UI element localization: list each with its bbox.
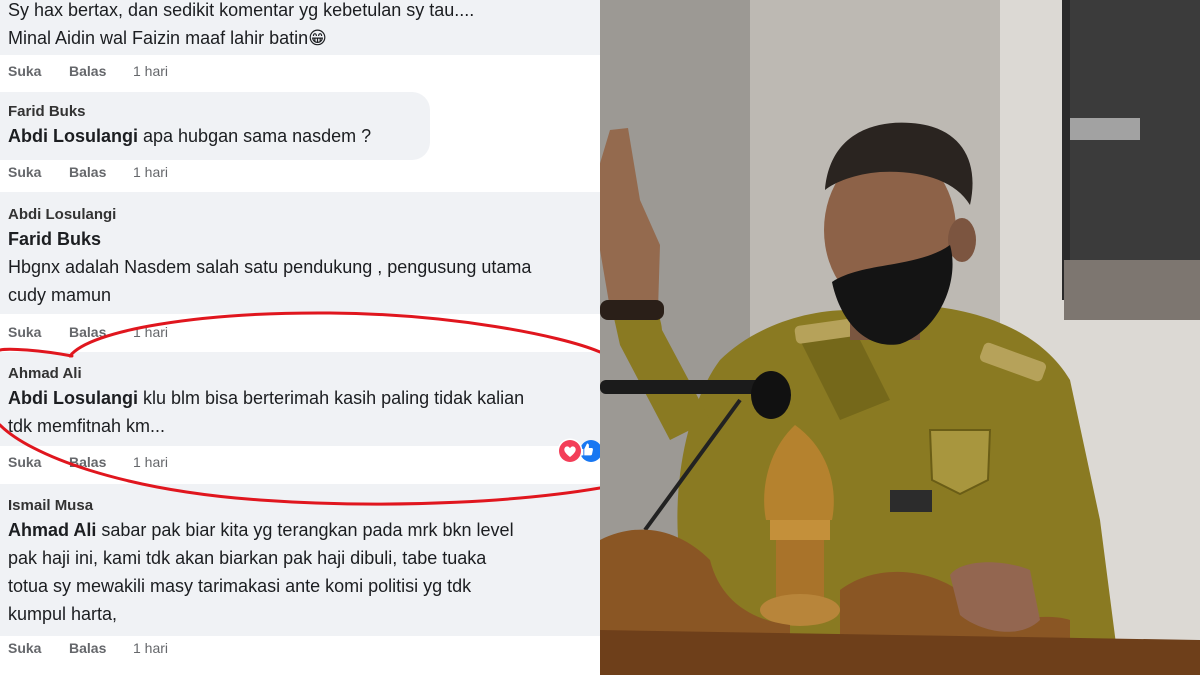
official-photo [600, 0, 1200, 675]
comment-bubble: Abdi Losulangi Farid Buks Hbgnx adalah N… [0, 192, 600, 314]
comment-text: Hbgnx adalah Nasdem salah satu pendukung… [8, 257, 532, 305]
reply-link[interactable]: Balas [69, 454, 133, 470]
comment-thread: Sy hax bertax, dan sedikit komentar yg k… [0, 0, 600, 675]
comment-bubble: Sy hax bertax, dan sedikit komentar yg k… [0, 0, 600, 55]
reply-link[interactable]: Balas [69, 640, 133, 656]
speaker-photo [600, 0, 1200, 675]
comment-actions: Suka Balas 1 hari [8, 63, 168, 79]
comment-text: Sy hax bertax, dan sedikit komentar yg k… [8, 0, 475, 48]
comment-actions: Suka Balas 1 hari [8, 454, 168, 470]
comment-timestamp[interactable]: 1 hari [133, 640, 168, 656]
comment-timestamp[interactable]: 1 hari [133, 324, 168, 340]
comment-actions: Suka Balas 1 hari [8, 640, 168, 656]
comment-author[interactable]: Farid Buks [8, 102, 420, 122]
like-link[interactable]: Suka [8, 454, 69, 470]
like-link[interactable]: Suka [8, 324, 69, 340]
comment-bubble: Farid Buks Abdi Losulangi apa hubgan sam… [0, 92, 430, 160]
reply-link[interactable]: Balas [69, 164, 133, 180]
comment-bubble: Ismail Musa Ahmad Ali sabar pak biar kit… [0, 484, 600, 636]
comment-timestamp[interactable]: 1 hari [133, 63, 168, 79]
mention-link[interactable]: Abdi Losulangi [8, 126, 138, 146]
comment-timestamp[interactable]: 1 hari [133, 454, 168, 470]
comment-timestamp[interactable]: 1 hari [133, 164, 168, 180]
comment-text: Ahmad Ali sabar pak biar kita yg terangk… [8, 516, 590, 628]
comment-author[interactable]: Ismail Musa [8, 496, 590, 516]
like-link[interactable]: Suka [8, 164, 69, 180]
comment-text: Abdi Losulangi apa hubgan sama nasdem ? [8, 122, 420, 150]
comment-author[interactable]: Ahmad Ali [8, 364, 590, 384]
reaction-icons[interactable] [556, 437, 600, 465]
like-link[interactable]: Suka [8, 63, 69, 79]
comment-text: Abdi Losulangi klu blm bisa berterimah k… [8, 384, 590, 440]
comment-actions: Suka Balas 1 hari [8, 324, 168, 340]
heart-icon [557, 438, 583, 464]
mention-link[interactable]: Ahmad Ali [8, 520, 96, 540]
like-link[interactable]: Suka [8, 640, 69, 656]
reply-link[interactable]: Balas [69, 324, 133, 340]
like-icon [580, 440, 600, 462]
mention-link[interactable]: Abdi Losulangi [8, 388, 138, 408]
comment-author[interactable]: Abdi Losulangi [8, 205, 590, 225]
mention-link[interactable]: Farid Buks [8, 225, 590, 253]
reply-link[interactable]: Balas [69, 63, 133, 79]
comment-actions: Suka Balas 1 hari [8, 164, 168, 180]
comment-text-content: apa hubgan sama nasdem ? [138, 126, 372, 146]
comment-bubble: Ahmad Ali Abdi Losulangi klu blm bisa be… [0, 352, 600, 446]
